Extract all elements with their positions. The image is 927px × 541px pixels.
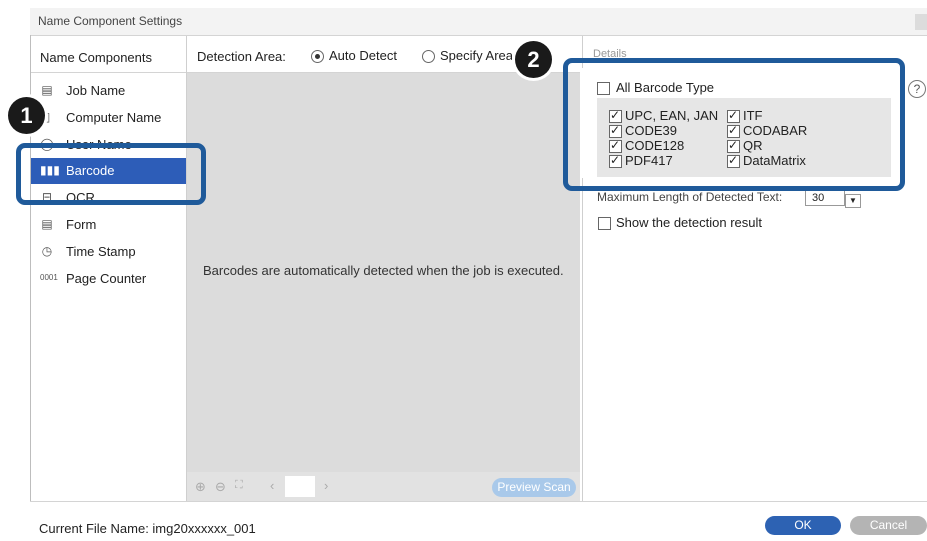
preview-message: Barcodes are automatically detected when…	[203, 263, 564, 278]
document-icon: ▤	[41, 83, 53, 97]
fit-screen-icon[interactable]: ⛶	[235, 479, 243, 492]
detection-area-label: Detection Area:	[197, 49, 286, 64]
max-length-value: 30	[812, 192, 825, 204]
sidebar-item-job-name[interactable]: ▤ Job Name	[31, 78, 186, 104]
help-icon[interactable]: ?	[908, 80, 926, 98]
auto-detect-label[interactable]: Auto Detect	[329, 48, 397, 63]
callout-highlight-barcode-types	[563, 58, 905, 191]
sidebar-item-computer-name[interactable]: ▯ Computer Name	[31, 105, 186, 131]
page-number-field[interactable]	[285, 476, 315, 497]
sidebar-item-label: Computer Name	[66, 110, 162, 125]
current-file-name: Current File Name: img20xxxxxx_001	[39, 521, 256, 536]
specify-area-radio[interactable]	[422, 50, 435, 63]
callout-marker-1: 1	[8, 97, 45, 134]
cancel-button[interactable]: Cancel	[850, 516, 927, 535]
callout-highlight-barcode	[16, 143, 206, 205]
show-detection-label: Show the detection result	[616, 215, 762, 230]
sidebar-item-page-counter[interactable]: 0001 Page Counter	[31, 266, 186, 292]
preview-area: Barcodes are automatically detected when…	[187, 73, 580, 500]
next-page-icon[interactable]: ›	[324, 478, 328, 493]
window-control[interactable]	[915, 14, 927, 30]
sidebar-item-label: Job Name	[66, 83, 126, 98]
sidebar-item-label: Time Stamp	[66, 244, 136, 259]
window-title: Name Component Settings	[38, 14, 183, 28]
zoom-out-icon[interactable]: ⊖	[215, 479, 226, 495]
footer-bar: Current File Name: img20xxxxxx_001 OK Ca…	[30, 501, 927, 541]
sidebar-item-form[interactable]: ▤ Form	[31, 212, 186, 238]
preview-scan-button[interactable]: Preview Scan	[492, 478, 576, 497]
show-detection-checkbox[interactable]	[598, 217, 611, 230]
preview-toolbar: ⊕ ⊖ ⛶ ‹ › Preview Scan	[187, 472, 580, 502]
ok-button[interactable]: OK	[765, 516, 841, 535]
max-length-label: Maximum Length of Detected Text:	[597, 190, 783, 204]
sidebar-item-label: Form	[66, 217, 97, 232]
zoom-in-icon[interactable]: ⊕	[195, 479, 206, 495]
previous-page-icon[interactable]: ‹	[270, 478, 274, 493]
sidebar-header: Name Components	[31, 36, 186, 73]
counter-icon: 0001	[40, 273, 58, 282]
form-icon: ▤	[41, 217, 53, 231]
title-bar: Name Component Settings	[30, 8, 927, 36]
name-components-sidebar: Name Components ▤ Job Name ▯ Computer Na…	[31, 36, 187, 501]
sidebar-item-time-stamp[interactable]: ◷ Time Stamp	[31, 239, 186, 265]
specify-area-label[interactable]: Specify Area	[440, 48, 513, 63]
sidebar-item-label: Page Counter	[66, 271, 147, 286]
sidebar-header-label: Name Components	[40, 50, 152, 65]
chevron-down-icon[interactable]: ▼	[845, 194, 861, 208]
clock-icon: ◷	[41, 244, 53, 258]
auto-detect-radio[interactable]	[311, 50, 324, 63]
callout-marker-2: 2	[515, 41, 552, 78]
